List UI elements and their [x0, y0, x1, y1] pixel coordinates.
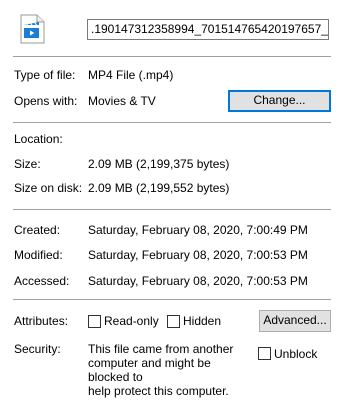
opens-with-label: Opens with: — [14, 94, 78, 108]
video-file-icon — [18, 14, 46, 44]
advanced-button[interactable]: Advanced... — [259, 310, 331, 332]
attributes-label: Attributes: — [14, 314, 69, 328]
separator — [13, 299, 331, 300]
unblock-checkbox[interactable] — [258, 347, 271, 360]
read-only-label[interactable]: Read-only — [104, 314, 159, 328]
hidden-label[interactable]: Hidden — [183, 314, 221, 328]
type-of-file-label: Type of file: — [14, 68, 76, 82]
security-message-line: help protect this computer. — [88, 384, 229, 398]
unblock-label[interactable]: Unblock — [274, 347, 317, 361]
read-only-checkbox[interactable] — [88, 315, 101, 328]
modified-label: Modified: — [14, 248, 63, 262]
security-message-line: This file came from another — [88, 342, 234, 356]
filename-input[interactable]: .190147312358994_701514765420197657_n.mp… — [87, 19, 329, 40]
size-on-disk-value: 2.09 MB (2,199,552 bytes) — [88, 181, 230, 195]
size-on-disk-label: Size on disk: — [14, 181, 83, 195]
created-value: Saturday, February 08, 2020, 7:00:49 PM — [88, 223, 308, 237]
separator — [13, 122, 331, 123]
security-message-line: computer and might be blocked to — [88, 356, 211, 384]
security-message: This file came from another computer and… — [88, 342, 248, 398]
accessed-value: Saturday, February 08, 2020, 7:00:53 PM — [88, 274, 308, 288]
opens-with-value: Movies & TV — [88, 94, 156, 108]
created-label: Created: — [14, 223, 61, 237]
security-label: Security: — [14, 342, 61, 356]
modified-value: Saturday, February 08, 2020, 7:00:53 PM — [88, 248, 308, 262]
location-label: Location: — [14, 132, 63, 146]
type-of-file-value: MP4 File (.mp4) — [88, 68, 174, 82]
separator — [13, 56, 331, 57]
size-label: Size: — [14, 157, 41, 171]
hidden-checkbox[interactable] — [167, 315, 180, 328]
separator — [13, 209, 331, 210]
accessed-label: Accessed: — [14, 274, 70, 288]
change-button[interactable]: Change... — [228, 90, 331, 112]
size-value: 2.09 MB (2,199,375 bytes) — [88, 157, 230, 171]
